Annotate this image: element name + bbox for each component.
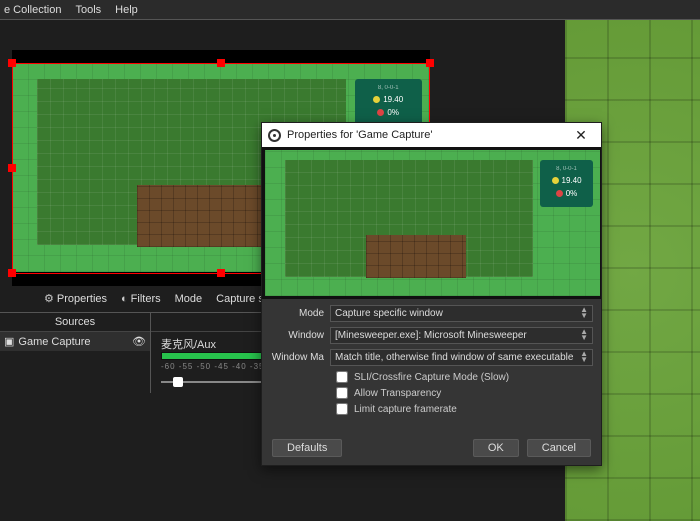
menu-help[interactable]: Help — [115, 4, 138, 16]
menu-scenecollection[interactable]: e Collection — [4, 4, 61, 16]
filter-icon: ◐ — [121, 293, 128, 305]
updown-icon: ▲▼ — [580, 351, 588, 363]
source-name: Game Capture — [18, 336, 90, 348]
dialog-form: Mode Capture specific window ▲▼ Window [… — [262, 299, 601, 433]
resize-handle[interactable] — [8, 59, 16, 67]
chk-label: Allow Transparency — [354, 388, 441, 399]
chk-label: Limit capture framerate — [354, 404, 457, 415]
sli-crossfire-checkbox[interactable]: SLI/Crossfire Capture Mode (Slow) — [336, 371, 593, 383]
defaults-button[interactable]: Defaults — [272, 439, 342, 457]
resize-handle[interactable] — [8, 269, 16, 277]
source-row[interactable]: ▣ Game Capture 👁 — [0, 332, 150, 351]
cancel-button[interactable]: Cancel — [527, 439, 591, 457]
dialog-title: Properties for 'Game Capture' — [287, 129, 432, 141]
window-select[interactable]: [Minesweeper.exe]: Microsoft Minesweeper… — [330, 327, 593, 344]
hud-top: 8, 0-0-1 — [378, 85, 399, 91]
match-value: Match title, otherwise find window of sa… — [335, 352, 573, 363]
menu-tools[interactable]: Tools — [75, 4, 101, 16]
obs-icon — [268, 129, 281, 142]
source-toolbar: ⚙Properties ◐Filters Mode Capture spe — [44, 292, 276, 305]
hud-value-1: 19.40 — [562, 176, 582, 185]
window-value: [Minesweeper.exe]: Microsoft Minesweeper — [335, 330, 527, 341]
updown-icon: ▲▼ — [580, 307, 588, 319]
filters-button[interactable]: ◐Filters — [121, 293, 161, 305]
resize-handle[interactable] — [426, 59, 434, 67]
mode-value: Capture specific window — [335, 308, 443, 319]
visibility-toggle-icon[interactable]: 👁 — [132, 335, 146, 348]
properties-dialog: Properties for 'Game Capture' ✕ 8, 0-0-1… — [261, 122, 602, 466]
chk-label: SLI/Crossfire Capture Mode (Slow) — [354, 372, 509, 383]
resize-handle[interactable] — [217, 269, 225, 277]
window-match-label: Window Ma — [270, 352, 330, 363]
dialog-titlebar[interactable]: Properties for 'Game Capture' ✕ — [262, 123, 601, 147]
gear-icon: ⚙ — [44, 292, 54, 305]
hud-value-2: 0% — [387, 108, 399, 117]
hud-value-1: 19.40 — [383, 95, 403, 104]
resize-handle[interactable] — [8, 164, 16, 172]
dialog-preview: 8, 0-0-1 19.40 0% — [262, 147, 601, 299]
updown-icon: ▲▼ — [580, 329, 588, 341]
limit-framerate-checkbox[interactable]: Limit capture framerate — [336, 403, 593, 415]
mode-select[interactable]: Capture specific window ▲▼ — [330, 305, 593, 322]
window-match-select[interactable]: Match title, otherwise find window of sa… — [330, 349, 593, 366]
allow-transparency-checkbox[interactable]: Allow Transparency — [336, 387, 593, 399]
source-icon: ▣ — [4, 335, 14, 348]
menubar: e Collection Tools Help — [0, 0, 700, 20]
properties-button[interactable]: ⚙Properties — [44, 292, 107, 305]
close-button[interactable]: ✕ — [567, 127, 595, 144]
ok-button[interactable]: OK — [473, 439, 519, 457]
window-label: Window — [270, 330, 330, 341]
resize-handle[interactable] — [217, 59, 225, 67]
sources-panel: Sources ▣ Game Capture 👁 — [0, 312, 150, 351]
hud-top: 8, 0-0-1 — [556, 166, 577, 172]
hud-value-2: 0% — [566, 189, 578, 198]
sources-title: Sources — [0, 313, 150, 332]
mode-label: Mode — [270, 308, 330, 319]
mode-label: Mode — [175, 293, 203, 305]
